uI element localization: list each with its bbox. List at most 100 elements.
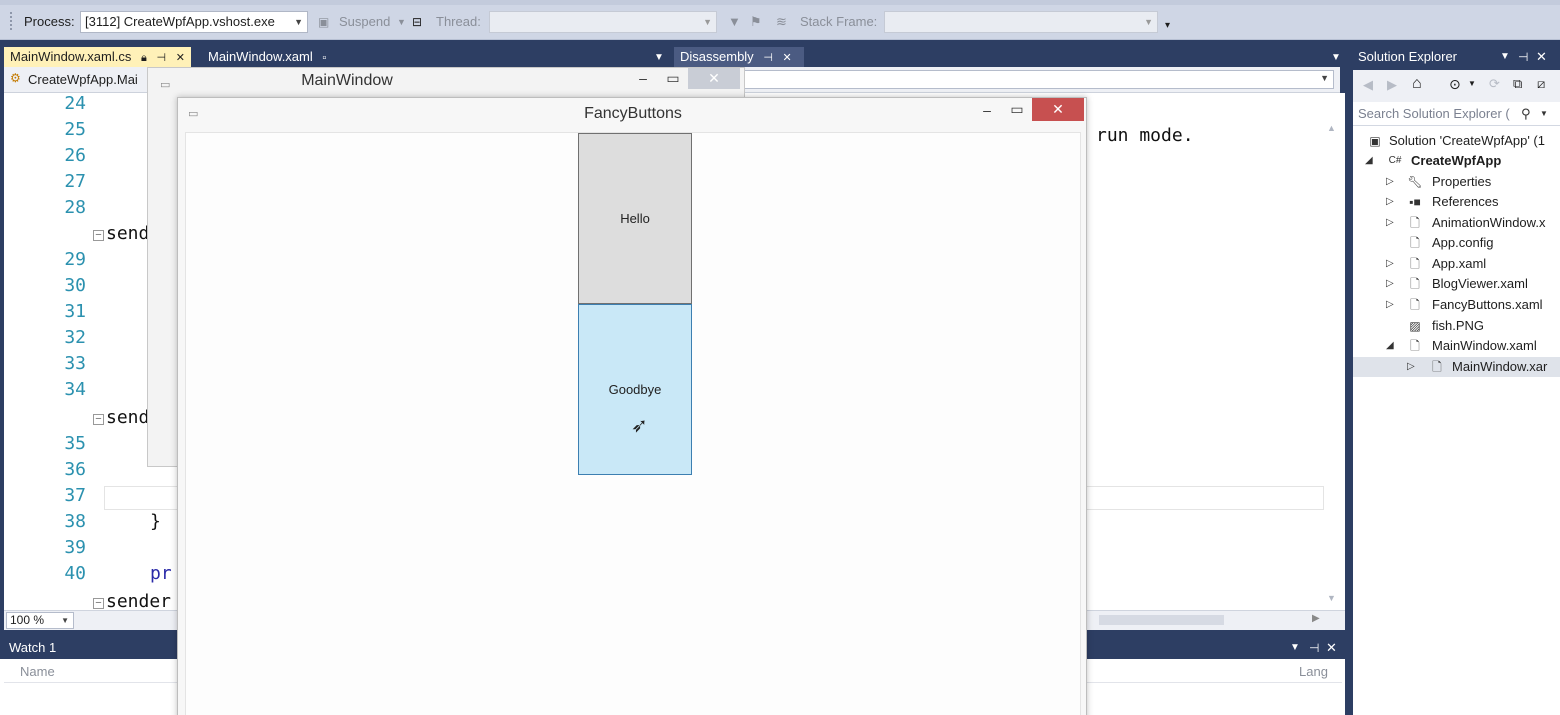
forward-icon[interactable]: ▶ [1387,77,1397,93]
pin-icon[interactable]: ⊣ [1309,637,1319,659]
close-button[interactable]: ✕ [688,68,740,89]
maximize-button[interactable]: ▭ [1010,101,1024,118]
minimize-button[interactable]: – [980,102,994,118]
thread-icon: ⊟ [412,15,423,29]
line-number: 36 [64,459,86,480]
search-icon[interactable]: ⚲ [1521,102,1531,126]
xaml-file-icon: 🗋︎ [1410,339,1420,353]
mouse-cursor-icon: ➶ [631,415,648,437]
chevron-down-icon: ▼ [703,17,712,27]
collapsed-arrow-icon[interactable]: ▷ [1386,192,1398,212]
member-dropdown[interactable]: ▼ [740,67,1340,93]
code-text: run mode. [1096,125,1194,146]
member-dropdown-box[interactable]: ▼ [744,70,1334,89]
references-icon: ▪■ [1409,195,1421,209]
tree-item-label: fish.PNG [1432,318,1485,333]
tree-item-label: MainWindow.xar [1452,359,1548,374]
toolbar-overflow-icon[interactable]: ▾ [1165,16,1170,36]
solution-explorer-title: Solution Explorer [1358,49,1457,64]
minimize-button[interactable]: – [636,70,650,86]
chevron-down-icon: ▼ [61,616,69,625]
fancybuttons-title: FancyButtons [584,105,682,122]
tab-disassembly[interactable]: Disassembly ⊣ ✕ [674,47,804,67]
doc-dropdown-icon[interactable]: ▼ [1331,52,1341,63]
tree-item-label: App.config [1432,235,1494,250]
scroll-up-icon[interactable]: ▲ [1327,123,1336,133]
chevron-down-icon[interactable]: ▼ [1540,102,1548,126]
tree-item-label: MainWindow.xaml [1432,338,1537,353]
close-icon[interactable]: ✕ [783,52,792,64]
collapse-toggle-icon[interactable]: − [93,414,104,425]
flag-icon[interactable]: ⚑ [750,12,762,32]
refresh-icon[interactable]: ⟳ [1489,76,1500,92]
process-value: [3112] CreateWpfApp.vshost.exe [85,14,275,29]
line-number: 26 [64,145,86,166]
solution-explorer-toolbar: ◀ ▶ ⌂ ⊙ ▼ ⟳ ⧉ ⧄ [1353,70,1560,102]
suspend-button[interactable]: Suspend [339,12,390,32]
lock-icon: 🔒︎ [141,52,147,64]
vertical-scrollbar[interactable]: ▲ ▼ [1325,123,1339,603]
collapsed-arrow-icon[interactable]: ▷ [1386,213,1398,233]
close-button[interactable]: ✕ [1032,98,1084,121]
hello-button[interactable]: Hello [578,133,692,304]
collapsed-arrow-icon[interactable]: ▷ [1386,172,1398,192]
fancybuttons-app-window[interactable]: ▭ FancyButtons – ▭ ✕ Hello Goodbye ➶ [177,97,1087,715]
collapse-toggle-icon[interactable]: − [93,598,104,609]
zoom-dropdown[interactable]: 100 % ▼ [6,612,74,629]
collapse-all-icon[interactable]: ⧉ [1513,76,1522,92]
collapse-toggle-icon[interactable]: − [93,230,104,241]
chevron-down-icon[interactable]: ▼ [397,12,406,32]
history-icon[interactable]: ⊙ [1449,76,1461,93]
tab-overflow-icon[interactable]: ▼ [654,52,664,63]
home-icon[interactable]: ⌂ [1412,75,1422,93]
csharp-file-icon: 🗋︎ [1432,360,1442,374]
horizontal-scroll-thumb[interactable] [1099,615,1224,625]
tab-mainwindow-xaml-cs[interactable]: MainWindow.xaml.cs 🔒︎ ⊣ ✕ [4,47,191,67]
suspend-icon: ▣ [318,15,330,29]
tab-mainwindow-xaml[interactable]: MainWindow.xaml ▫ [202,47,332,67]
chevron-down-icon[interactable]: ▼ [1290,637,1300,659]
chevron-down-icon: ▼ [1144,17,1153,27]
top-toolbar-strip [0,0,1560,5]
expanded-arrow-icon[interactable]: ◢ [1365,151,1377,171]
pin-icon[interactable]: ⊣ [763,52,773,64]
scroll-right-icon[interactable]: ▶ [1312,613,1320,624]
column-lang-header[interactable]: Lang [1299,661,1328,683]
config-file-icon: 🗋︎ [1410,236,1420,250]
close-icon[interactable]: ✕ [1326,637,1337,659]
line-number: 30 [64,275,86,296]
properties-icon[interactable]: ⧄ [1537,76,1545,92]
line-number: 24 [64,93,86,114]
line-number: 32 [64,327,86,348]
close-icon[interactable]: ✕ [176,52,185,64]
thread-dropdown[interactable]: ▼ [489,11,717,33]
filter-icon[interactable]: ▼ [728,12,741,32]
collapsed-arrow-icon[interactable]: ▷ [1407,357,1419,377]
expanded-arrow-icon[interactable]: ◢ [1386,336,1398,356]
collapsed-arrow-icon[interactable]: ▷ [1386,254,1398,274]
process-label: Process: [24,14,75,29]
pin-icon[interactable]: ⊣ [1518,44,1528,70]
chevron-down-icon[interactable]: ▼ [1500,44,1510,70]
class-dropdown[interactable]: ⚙ CreateWpfApp.Mai [4,67,154,93]
threads-icon[interactable]: ≋ [776,12,787,32]
back-icon[interactable]: ◀ [1363,77,1373,93]
pin-icon[interactable]: ⊣ [156,52,166,64]
mainwindow-title: MainWindow [301,72,393,89]
toolbar-grip[interactable] [10,12,14,30]
collapsed-arrow-icon[interactable]: ▷ [1386,274,1398,294]
goodbye-button[interactable]: Goodbye ➶ [578,304,692,475]
xaml-file-icon: 🗋︎ [1410,298,1420,312]
solution-search-input[interactable]: Search Solution Explorer ( ⚲ ▼ [1353,102,1560,126]
close-icon[interactable]: ✕ [1536,44,1547,70]
stack-frame-dropdown[interactable]: ▼ [884,11,1158,33]
scroll-down-icon[interactable]: ▼ [1327,593,1336,603]
tree-item-label: Properties [1432,174,1492,189]
column-name-header[interactable]: Name [20,661,55,683]
search-placeholder: Search Solution Explorer ( [1358,106,1510,121]
collapsed-arrow-icon[interactable]: ▷ [1386,295,1398,315]
chevron-down-icon[interactable]: ▼ [1468,79,1476,88]
line-number: 33 [64,353,86,374]
process-dropdown[interactable]: [3112] CreateWpfApp.vshost.exe ▼ [80,11,308,33]
maximize-button[interactable]: ▭ [666,70,680,87]
